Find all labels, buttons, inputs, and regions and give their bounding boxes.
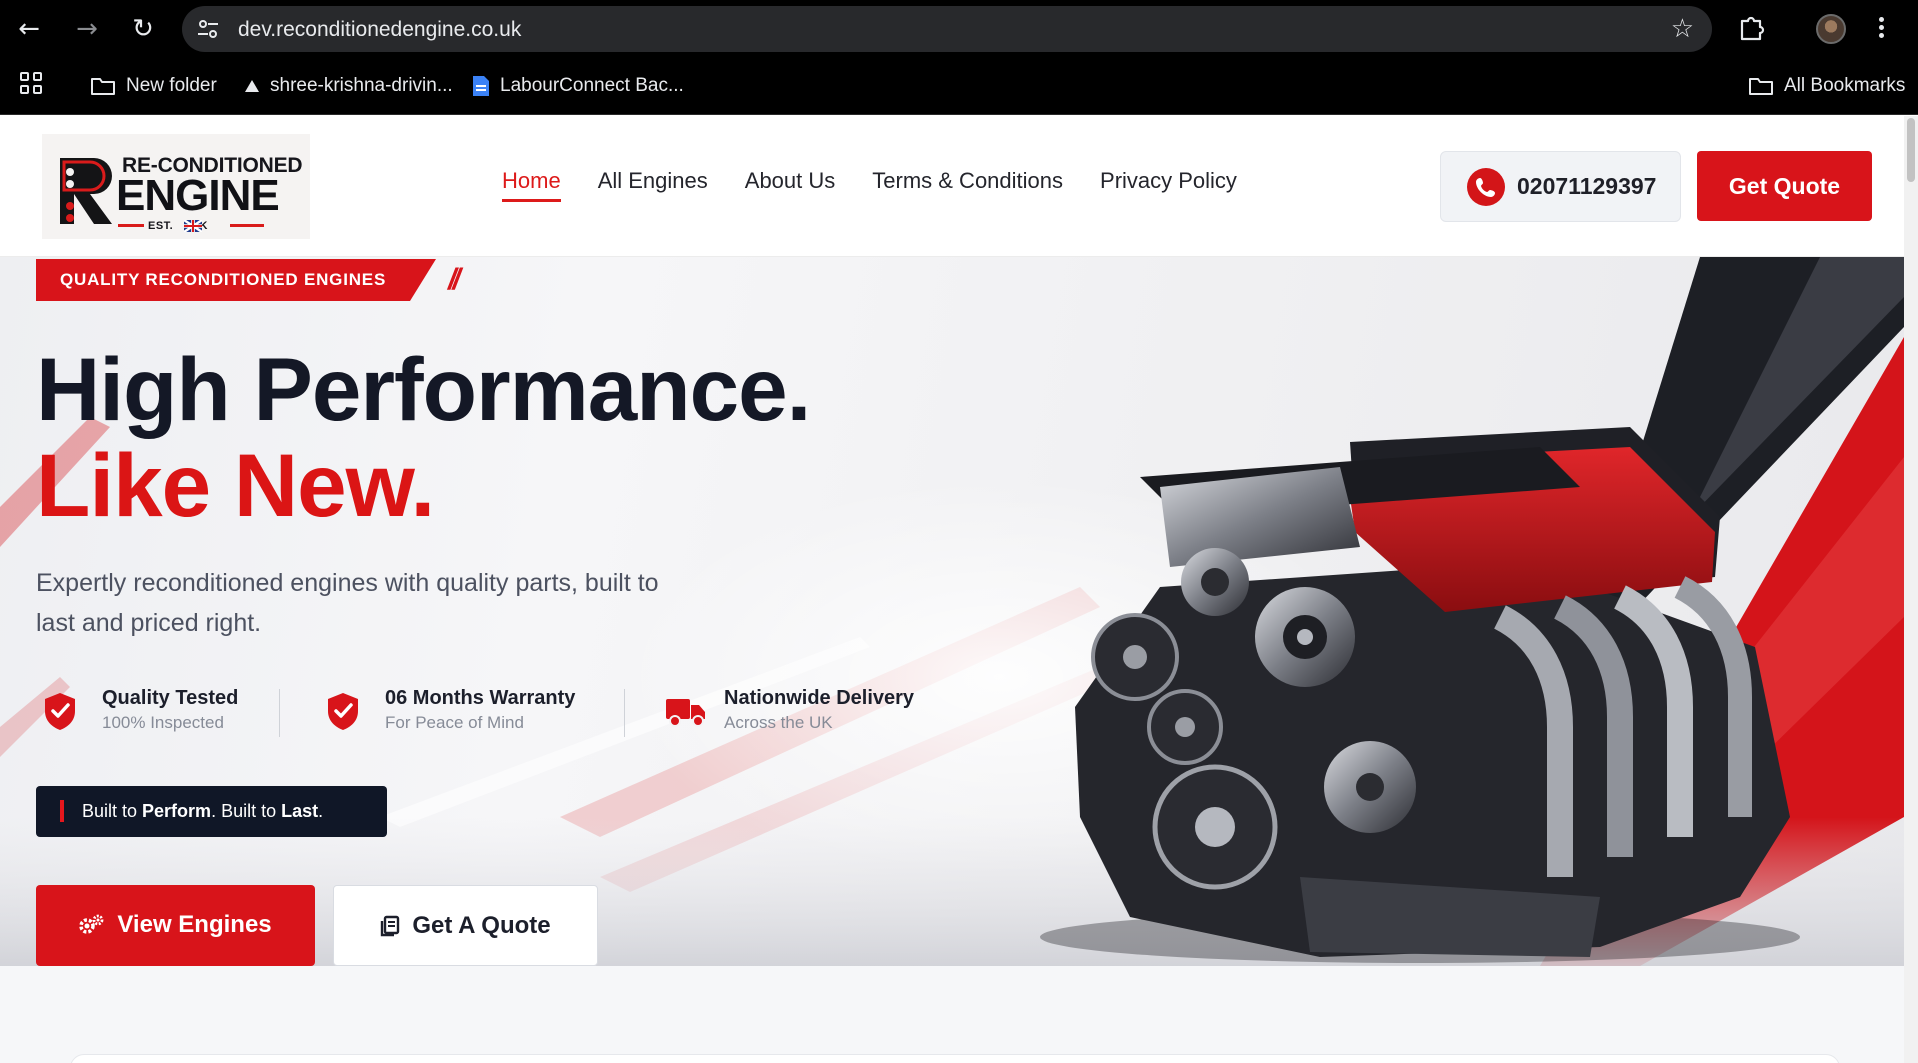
site-header: RE-CONDITIONED ENGINE EST. UK Home All E…: [0, 116, 1904, 257]
site-logo[interactable]: RE-CONDITIONED ENGINE EST. UK: [42, 134, 310, 239]
page-scrollbar[interactable]: [1904, 116, 1918, 1063]
nav-about-us[interactable]: About Us: [745, 168, 836, 202]
tagline-accent-bar: [60, 800, 64, 822]
bookmark-label: New folder: [126, 75, 217, 96]
bookmark-drive[interactable]: shree-krishna-drivin...: [244, 70, 453, 102]
view-engines-button[interactable]: View Engines: [36, 885, 315, 966]
feature-divider: [279, 689, 280, 737]
feature-title: Quality Tested: [102, 687, 239, 709]
folder-icon: [91, 78, 115, 95]
logo-r-emblem: [60, 158, 112, 224]
all-bookmarks[interactable]: All Bookmarks: [1748, 70, 1905, 102]
hero-subtext: Expertly reconditioned engines with qual…: [36, 569, 659, 637]
hero-badge: QUALITY RECONDITIONED ENGINES: [36, 259, 436, 301]
main-nav: Home All Engines About Us Terms & Condit…: [502, 168, 1237, 202]
hero-section: QUALITY RECONDITIONED ENGINES // High Pe…: [0, 257, 1904, 966]
feature-title: Nationwide Delivery: [724, 687, 915, 709]
apps-grid-icon[interactable]: [20, 72, 42, 94]
get-quote-button[interactable]: Get Quote: [1697, 151, 1872, 221]
logo-text-line2: ENGINE: [116, 171, 280, 220]
site-info-icon[interactable]: [196, 17, 220, 41]
profile-avatar[interactable]: [1816, 14, 1846, 44]
nav-terms[interactable]: Terms & Conditions: [872, 168, 1063, 202]
next-section: [0, 966, 1904, 1063]
bookmark-label: LabourConnect Bac...: [500, 75, 684, 96]
feature-divider: [624, 689, 625, 737]
hero-tagline: Built to Perform. Built to Last.: [36, 786, 387, 837]
document-icon: [381, 915, 400, 937]
uk-flag-icon: [184, 220, 202, 232]
bookmarks-bar: New folder shree-krishna-drivin... Labou…: [0, 58, 1918, 115]
bookmark-star-icon[interactable]: ☆: [1671, 14, 1694, 44]
all-bookmarks-label: All Bookmarks: [1784, 75, 1906, 96]
nav-all-engines[interactable]: All Engines: [598, 168, 708, 202]
nav-home[interactable]: Home: [502, 168, 561, 202]
url-text[interactable]: dev.reconditionedengine.co.uk: [238, 18, 521, 42]
shield-check-icon: [328, 693, 358, 730]
bookmark-new-folder[interactable]: New folder: [90, 70, 217, 102]
nav-privacy[interactable]: Privacy Policy: [1100, 168, 1237, 202]
bookmark-docs[interactable]: LabourConnect Bac...: [472, 70, 684, 102]
logo-rule-left: [118, 224, 144, 227]
get-a-quote-label: Get A Quote: [412, 912, 551, 939]
view-engines-label: View Engines: [117, 911, 272, 938]
feature-title: 06 Months Warranty: [385, 687, 576, 709]
feature-subtitle: 100% Inspected: [102, 713, 224, 732]
feature-subtitle: Across the UK: [724, 713, 833, 732]
feature-subtitle: For Peace of Mind: [385, 713, 524, 732]
get-a-quote-button[interactable]: Get A Quote: [333, 885, 598, 966]
forward-icon[interactable]: →: [70, 12, 104, 46]
folder-icon: [1749, 78, 1773, 95]
gears-icon: [79, 914, 104, 934]
badge-slash-mark: //: [448, 263, 461, 296]
drive-icon: [245, 80, 259, 92]
address-bar[interactable]: dev.reconditionedengine.co.uk ☆: [182, 6, 1712, 52]
phone-button[interactable]: 02071129397: [1440, 151, 1681, 222]
browser-menu-icon[interactable]: [1876, 14, 1886, 44]
logo-rule-right: [230, 224, 264, 227]
extensions-icon[interactable]: [1736, 12, 1766, 42]
phone-number: 02071129397: [1517, 173, 1657, 199]
bookmark-label: shree-krishna-drivin...: [270, 75, 453, 96]
badge-text: QUALITY RECONDITIONED ENGINES: [60, 270, 387, 289]
tagline-text: Built to Perform. Built to Last.: [82, 801, 324, 821]
shield-check-icon: [45, 693, 75, 730]
phone-icon: [1467, 168, 1505, 206]
hero-headline-line2: Like New.: [36, 435, 435, 535]
browser-toolbar: ← → ↻ dev.reconditionedengine.co.uk ☆: [0, 0, 1918, 58]
back-icon[interactable]: ←: [12, 12, 46, 46]
docs-icon: [473, 76, 489, 96]
reload-icon[interactable]: ↻: [126, 12, 160, 46]
truck-icon: [666, 699, 705, 727]
scrollbar-thumb[interactable]: [1907, 118, 1915, 182]
hero-headline-line1: High Performance.: [36, 339, 811, 439]
next-section-card: [70, 1054, 1840, 1063]
